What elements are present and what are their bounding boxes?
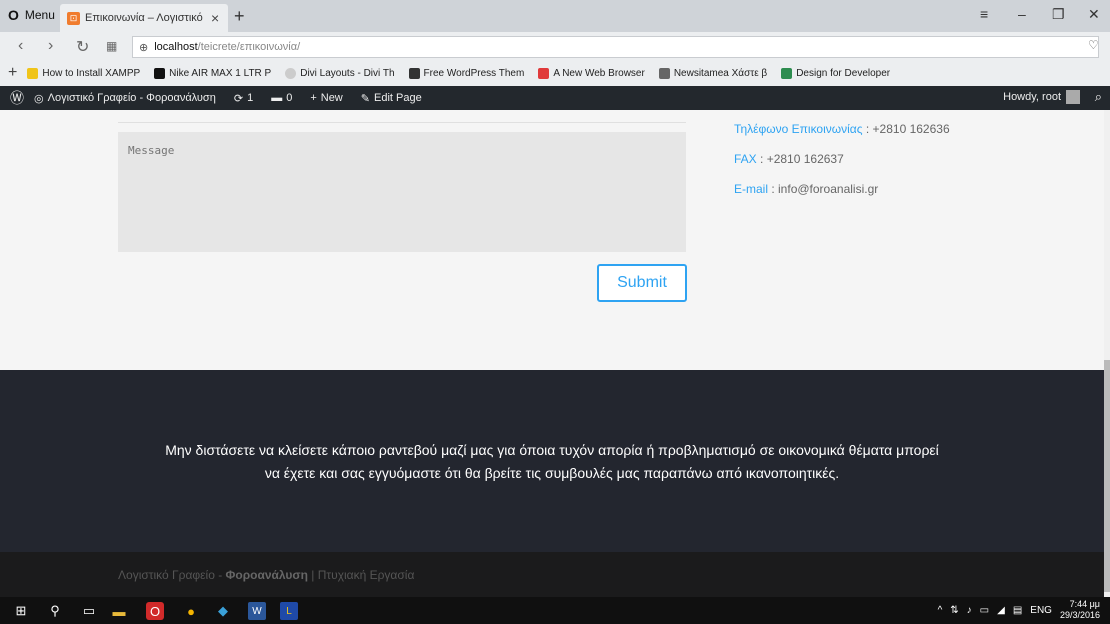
- bookmark-favicon-icon: [781, 67, 793, 79]
- comment-icon: ▬: [271, 92, 283, 104]
- reload-icon[interactable]: ↻: [76, 37, 89, 57]
- browser-tab-bar: O Menu ⊡ Επικοινωνία – Λογιστικό Γ × + ≡…: [0, 0, 1110, 32]
- windows-start-icon[interactable]: ⊞: [12, 602, 30, 620]
- bookmark-favicon-icon: [658, 67, 670, 79]
- tab-menu-icon[interactable]: ≡: [980, 6, 988, 22]
- battery-icon[interactable]: ▭: [980, 605, 989, 616]
- pencil-icon: ✎: [360, 92, 370, 105]
- clock-date: 29/3/2016: [1059, 610, 1100, 620]
- bookmark-favicon-icon: [27, 67, 39, 79]
- menu-label: Menu: [24, 8, 55, 22]
- wifi-icon[interactable]: ◢: [997, 605, 1005, 616]
- cta-line-1: Μην διστάσετε να κλείσετε κάποιο ραντεβο…: [165, 442, 939, 458]
- app-icon[interactable]: L: [280, 602, 298, 620]
- site-name-link[interactable]: ◎ Λογιστικό Γραφείο - Φοροανάλυση: [34, 92, 216, 105]
- url-path: /teicrete/επικοινωνία/: [197, 41, 301, 53]
- refresh-icon: ⟳: [233, 92, 244, 105]
- task-view-icon[interactable]: ▭: [80, 602, 98, 620]
- system-tray: ^ ⇅ ♪ ▭ ◢ ▤ ENG 7:44 μμ 29/3/2016: [938, 599, 1100, 621]
- footer-credits: Λογιστικό Γραφείο - Φοροανάλυση | Πτυχια…: [118, 568, 415, 582]
- previous-form-field[interactable]: [118, 110, 686, 123]
- url-field[interactable]: ⊕ localhost /teicrete/επικοινωνία/: [132, 36, 1099, 58]
- plus-icon: +: [310, 92, 317, 104]
- forward-icon[interactable]: ›: [48, 37, 53, 55]
- bookmark-favicon-icon: [154, 67, 166, 79]
- chrome-icon[interactable]: ●: [182, 602, 200, 620]
- opera-logo-icon: O: [8, 7, 19, 23]
- contact-email: E-mail : info@foroanalisi.gr: [734, 182, 878, 196]
- file-explorer-icon[interactable]: ▬: [110, 602, 128, 620]
- address-bar-row: ‹ › ↻ ▦ ⊕ localhost /teicrete/επικοινωνί…: [0, 32, 1110, 60]
- submit-button[interactable]: Submit: [597, 264, 687, 302]
- phone-label: Τηλέφωνο Επικοινωνίας: [734, 122, 863, 136]
- avatar: [1066, 90, 1080, 104]
- bookmark-item[interactable]: Divi Layouts - Divi Th: [285, 67, 395, 79]
- globe-icon: ⊕: [139, 41, 149, 54]
- comments-link[interactable]: ▬ 0: [271, 92, 292, 104]
- bookmark-item[interactable]: How to Install XAMPP: [27, 67, 140, 79]
- close-tab-icon[interactable]: ×: [211, 10, 219, 26]
- close-window-icon[interactable]: ✕: [1088, 6, 1100, 23]
- wp-admin-bar: Ⓦ ◎ Λογιστικό Γραφείο - Φοροανάλυση ⟳ 1 …: [0, 86, 1110, 110]
- network-icon[interactable]: ⇅: [950, 605, 958, 616]
- bookmark-favicon-icon: [408, 67, 420, 79]
- bookmarks-bar: + How to Install XAMPP Nike AIR MAX 1 LT…: [0, 60, 1110, 87]
- message-textarea[interactable]: [118, 132, 686, 252]
- notifications-icon[interactable]: ▤: [1013, 605, 1022, 616]
- clock[interactable]: 7:44 μμ 29/3/2016: [1060, 599, 1100, 621]
- opera-taskbar-icon[interactable]: O: [146, 602, 164, 620]
- bookmark-item[interactable]: A New Web Browser: [538, 67, 645, 79]
- restore-icon[interactable]: ❐: [1052, 6, 1065, 23]
- email-value: : info@foroanalisi.gr: [768, 182, 879, 196]
- url-host: localhost: [154, 41, 198, 53]
- tab-title: Επικοινωνία – Λογιστικό Γ: [85, 12, 205, 24]
- phone-value: : +2810 162636: [862, 122, 950, 136]
- fax-label: FAX: [734, 152, 757, 166]
- speed-dial-icon[interactable]: ▦: [106, 39, 117, 53]
- tray-chevron-icon[interactable]: ^: [938, 605, 943, 616]
- bookmark-item[interactable]: Free WordPress Them: [408, 67, 524, 79]
- fax-value: : +2810 162637: [756, 152, 844, 166]
- clock-time: 7:44 μμ: [1069, 599, 1100, 609]
- back-icon[interactable]: ‹: [18, 37, 23, 55]
- cta-line-2: να έχετε και σας εγγυόμαστε ότι θα βρείτ…: [264, 465, 840, 481]
- new-content-link[interactable]: + New: [310, 92, 342, 104]
- bookmark-item[interactable]: Nike AIR MAX 1 LTR P: [154, 67, 271, 79]
- email-label: E-mail: [734, 182, 769, 196]
- contact-fax: FAX : +2810 162637: [734, 152, 844, 166]
- wordpress-logo-icon[interactable]: Ⓦ: [10, 88, 24, 108]
- app-icon[interactable]: ◆: [214, 602, 232, 620]
- dashboard-icon: ◎: [34, 92, 44, 105]
- bookmark-heart-icon[interactable]: ♡: [1088, 38, 1099, 52]
- search-icon[interactable]: ⌕: [1095, 89, 1102, 105]
- edit-page-link[interactable]: ✎ Edit Page: [361, 92, 422, 105]
- taskbar-search-icon[interactable]: ⚲: [46, 602, 64, 620]
- bookmark-favicon-icon: [285, 67, 297, 79]
- add-bookmark-icon[interactable]: +: [8, 64, 17, 82]
- minimize-icon[interactable]: –: [1018, 6, 1026, 22]
- browser-tab[interactable]: ⊡ Επικοινωνία – Λογιστικό Γ ×: [60, 4, 228, 32]
- bookmark-favicon-icon: [538, 67, 550, 79]
- bookmark-item[interactable]: Newsitamea Χάστε β: [658, 67, 767, 79]
- footer-brand: Φοροανάλυση: [225, 568, 308, 582]
- word-icon[interactable]: W: [248, 602, 266, 620]
- new-tab-button[interactable]: +: [234, 6, 245, 27]
- language-indicator[interactable]: ENG: [1030, 605, 1052, 616]
- opera-menu-button[interactable]: O Menu: [8, 7, 55, 23]
- user-account-menu[interactable]: Howdy, root: [1003, 90, 1080, 104]
- scrollbar-thumb[interactable]: [1104, 360, 1110, 592]
- contact-phone: Τηλέφωνο Επικοινωνίας : +2810 162636: [734, 122, 950, 136]
- site-favicon-icon: ⊡: [67, 11, 80, 25]
- volume-icon[interactable]: ♪: [967, 605, 972, 616]
- bookmark-item[interactable]: Design for Developer: [781, 67, 890, 79]
- cta-text: Μην διστάσετε να κλείσετε κάποιο ραντεβο…: [100, 439, 1004, 485]
- updates-link[interactable]: ⟳ 1: [234, 92, 253, 105]
